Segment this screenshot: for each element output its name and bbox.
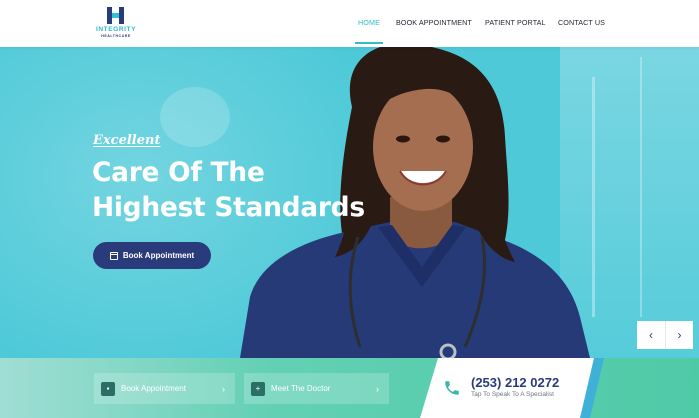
quick-link-meet-the-doctor[interactable]: + Meet The Doctor › [244, 373, 389, 404]
slider-prev-button[interactable]: ‹ [637, 321, 665, 349]
slider-arrows: ‹ › [637, 321, 693, 349]
quick-link-label: Meet The Doctor [271, 384, 331, 393]
chevron-left-icon: ‹ [649, 328, 653, 342]
contact-card-icon: ▪ [101, 381, 115, 396]
phone-tagline: Tap To Speak To A Specialist [471, 391, 554, 398]
nav-active-indicator [355, 42, 383, 44]
hero-book-appointment-button[interactable]: Book Appointment [93, 242, 211, 269]
nav-home[interactable]: HOME [358, 18, 380, 27]
phone-number[interactable]: (253) 212 0272 [471, 375, 559, 390]
hero-eyebrow: Excellent [93, 133, 161, 148]
quick-link-book-appointment[interactable]: ▪ Book Appointment › [94, 373, 235, 404]
hero-title: Care Of The Highest Standards [92, 155, 392, 225]
logo-tagline-text: HEALTHCARE [101, 34, 131, 38]
nav-contact-us[interactable]: CONTACT US [558, 18, 605, 27]
integrity-healthcare-logo[interactable]: INTEGRITY HEALTHCARE [94, 7, 138, 41]
hero-title-line1: Care Of The [92, 157, 265, 188]
nav-patient-portal[interactable]: PATIENT PORTAL [485, 18, 546, 27]
hero-title-line2: Highest Standards [92, 192, 365, 223]
quick-link-label: Book Appointment [121, 384, 186, 393]
chevron-right-icon: › [677, 328, 682, 342]
calendar-icon [109, 251, 118, 260]
hero-slider: Excellent Care Of The Highest Standards … [0, 47, 699, 358]
slider-next-button[interactable]: › [665, 321, 693, 349]
hero-background-lamp [160, 87, 230, 147]
medical-kit-icon: + [251, 381, 265, 396]
chevron-right-icon: › [222, 383, 225, 394]
logo-mark-icon [107, 7, 124, 24]
hero-book-appointment-label: Book Appointment [122, 251, 195, 260]
hero-background-frame [640, 57, 642, 317]
chevron-right-icon: › [376, 383, 379, 394]
phone-icon [445, 381, 459, 395]
site-header: INTEGRITY HEALTHCARE HOME BOOK APPOINTME… [0, 0, 699, 47]
nav-book-appointment[interactable]: BOOK APPOINTMENT [396, 18, 472, 27]
logo-brand-text: INTEGRITY [95, 26, 137, 33]
